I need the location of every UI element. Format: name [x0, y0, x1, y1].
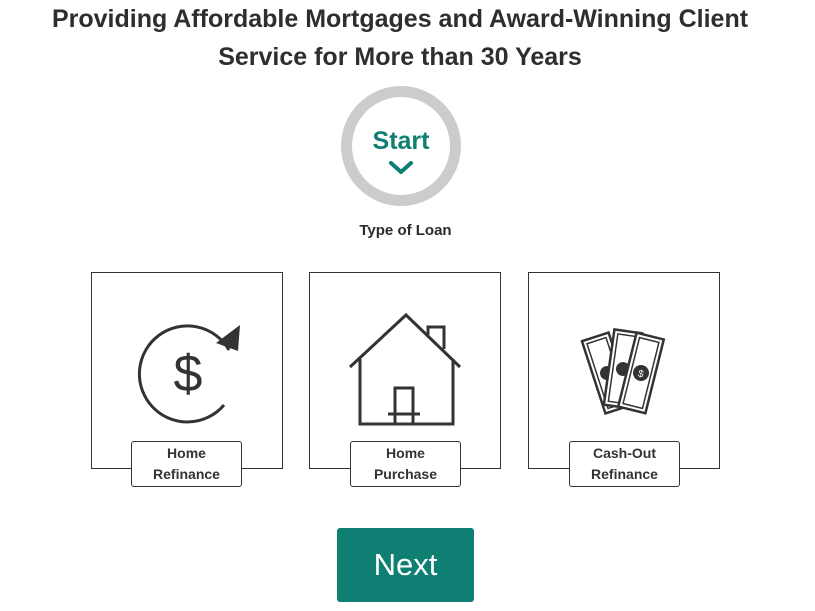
option-label-line-1: Home [167, 445, 206, 461]
option-home-purchase[interactable]: Home Purchase [309, 272, 501, 487]
option-label-line-2: Refinance [591, 466, 658, 482]
progress-start-label: Start [372, 127, 430, 155]
option-label-line-2: Purchase [373, 466, 438, 482]
option-cash-out-refinance[interactable]: $ Cash-Out Refinance [528, 272, 720, 487]
option-label-line-2: Refinance [153, 466, 220, 482]
loan-wizard-page: Providing Affordable Mortgages and Award… [0, 0, 815, 611]
headline-line-1: Providing Affordable Mortgages and Award… [51, 5, 749, 33]
headline-line-2: Service for More than 30 Years [218, 43, 582, 71]
option-label-home-refinance: Home Refinance [131, 441, 242, 487]
option-label-home-purchase: Home Purchase [350, 441, 461, 487]
chevron-down-icon [389, 161, 413, 174]
page-headline: Providing Affordable Mortgages and Award… [0, 0, 800, 76]
progress-start-indicator: Start [341, 86, 461, 206]
step-title: Type of Loan [359, 222, 452, 239]
next-button[interactable]: Next [337, 528, 474, 602]
option-label-line-1: Home [386, 445, 425, 461]
option-home-refinance[interactable]: $ Home Refinance [91, 272, 283, 487]
option-label-line-1: Cash-Out [592, 445, 656, 461]
option-label-cash-out-refinance: Cash-Out Refinance [569, 441, 680, 487]
svg-text:$: $ [174, 345, 203, 403]
